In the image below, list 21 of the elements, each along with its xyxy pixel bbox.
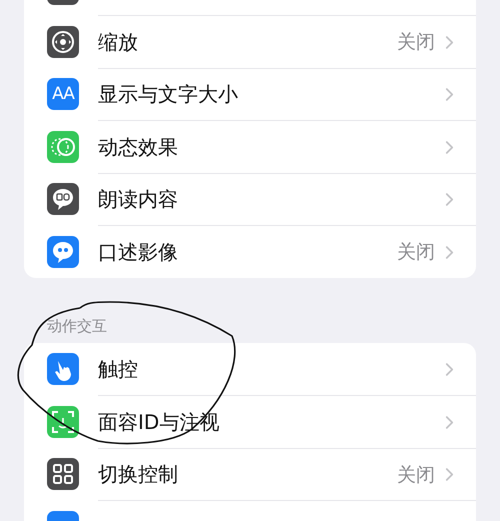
setting-label[interactable]: 显示与文字大小 [98,81,238,108]
setting-label[interactable]: 动态效果 [98,134,178,161]
setting-label[interactable]: 切换控制 [98,461,178,488]
chevron-icon [445,140,454,155]
setting-label[interactable]: 口述影像 [98,238,178,266]
chevron-icon [445,87,454,102]
setting-label[interactable]: 朗读内容 [98,186,178,214]
setting-label[interactable]: 缩放 [98,28,138,56]
setting-label[interactable]: 面容ID与注视 [98,408,220,436]
chevron-icon [445,34,454,50]
setting-value: 关闭 [397,240,435,266]
setting-value: 关闭 [397,30,435,56]
setting-label[interactable]: 触控 [98,356,138,383]
section-header: 动作交互 [47,316,108,337]
chevron-icon [445,467,454,482]
text-size-icon: AA [47,78,79,110]
chevron-icon [445,362,454,377]
chevron-icon [445,244,454,260]
chevron-icon [445,414,454,430]
chevron-icon [445,192,454,208]
setting-value: 关闭 [397,462,435,488]
